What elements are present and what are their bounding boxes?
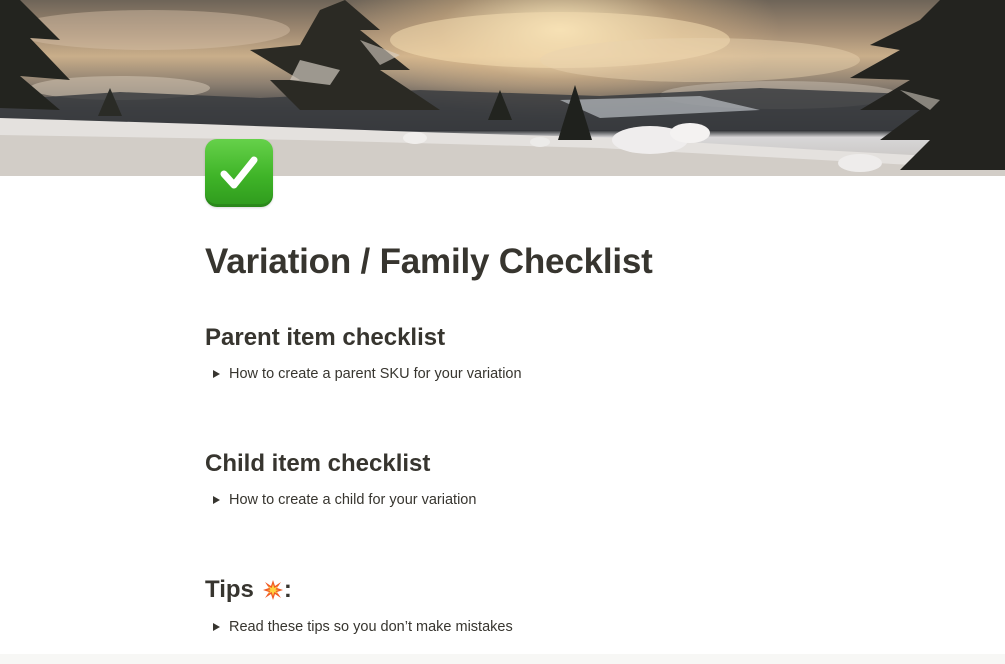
page-content: Variation / Family Checklist Parent item… [205, 236, 905, 635]
triangle-right-icon[interactable] [205, 616, 227, 638]
section-heading-text: Child item checklist [205, 450, 431, 477]
notion-page: Variation / Family Checklist Parent item… [0, 0, 1005, 664]
check-mark-glyph [220, 156, 258, 189]
bottom-edge [0, 654, 1005, 664]
section-heading-child[interactable]: Child item checklist [205, 447, 430, 481]
toggle-label: How to create a child for your variation [229, 492, 477, 508]
section-heading-parent[interactable]: Parent item checklist [205, 321, 445, 355]
triangle-right-icon[interactable] [205, 363, 227, 385]
page-title[interactable]: Variation / Family Checklist [205, 236, 905, 288]
cover-illustration [0, 0, 1005, 176]
triangle-right-icon[interactable] [205, 489, 227, 511]
toggle-block-child[interactable]: How to create a child for your variation [205, 489, 476, 511]
toggle-label: How to create a parent SKU for your vari… [229, 366, 522, 382]
section-heading-tips[interactable]: Tips : [205, 573, 292, 607]
cover-image[interactable] [0, 0, 1005, 176]
collision-icon [262, 579, 284, 601]
section-heading-text: Parent item checklist [205, 324, 446, 351]
toggle-block-tips[interactable]: Read these tips so you don’t make mistak… [205, 616, 513, 638]
section-heading-text: Tips [205, 576, 254, 603]
toggle-label: Read these tips so you don’t make mistak… [229, 619, 513, 635]
section-heading-suffix: : [283, 576, 292, 603]
toggle-block-parent[interactable]: How to create a parent SKU for your vari… [205, 363, 522, 385]
white-check-mark-icon[interactable] [205, 139, 273, 207]
